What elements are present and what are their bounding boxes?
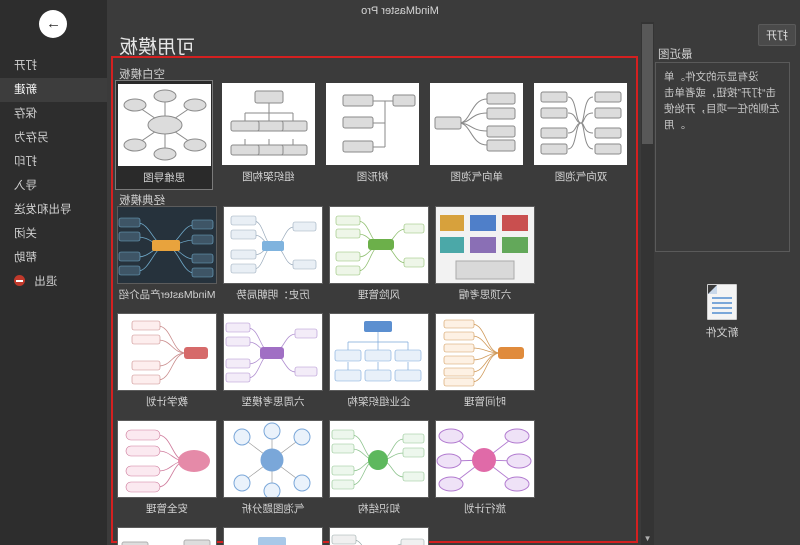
template-thumbnail — [329, 206, 429, 284]
template-card[interactable]: 企业组织架构 — [329, 313, 429, 414]
nav-item-save-as[interactable]: 另存为 — [0, 126, 107, 150]
nav-item-new[interactable]: 新建 — [0, 78, 107, 102]
blank-template-label: 双向气泡图 — [554, 171, 608, 183]
template-label: 安全管理 — [146, 503, 188, 515]
recent-empty-text: 没有显示的文件。单击“打开”按钮，或者单击左侧的任一项目，开始使用。 — [664, 71, 780, 131]
template-card[interactable]: 工作日计划 — [329, 527, 429, 545]
template-thumbnail — [117, 313, 217, 391]
app-window: MindMaster Pro ✕ □ – → 打开 新建 保存 另存为 打印 导… — [0, 0, 800, 545]
template-card[interactable]: 销售计划会 — [223, 527, 323, 545]
template-thumbnail — [329, 527, 429, 545]
template-thumbnail — [435, 420, 535, 498]
exit-icon — [14, 275, 25, 286]
template-card[interactable]: 安全管理 — [117, 420, 217, 521]
open-button[interactable]: 打开 — [758, 24, 796, 46]
template-thumbnail — [117, 420, 217, 498]
arrow-right-icon: → — [46, 15, 61, 32]
template-label: 六周思考模型 — [241, 396, 305, 408]
template-thumbnail — [223, 527, 323, 545]
template-label: 历史：明朝局势 — [236, 289, 310, 301]
template-card[interactable]: 教学计划 — [117, 313, 217, 414]
template-thumbnail — [223, 420, 323, 498]
nav-item-import[interactable]: 导入 — [0, 174, 107, 198]
blank-template-label: 单向气泡图 — [450, 171, 503, 183]
blank-thumb-tree — [326, 83, 420, 165]
template-thumbnail — [117, 206, 217, 284]
backstage-nav: → 打开 新建 保存 另存为 打印 导入 导出和发送 关闭 帮助 退出 — [0, 0, 107, 545]
blank-template-strip: 思维导图 组织架构图 树形图 单向气泡图 双向气泡图 — [115, 80, 634, 190]
new-file-item[interactable]: 新文件 — [699, 284, 745, 339]
template-card[interactable]: 目标管理 — [117, 527, 217, 545]
nav-item-exit-label: 退出 — [34, 276, 58, 288]
template-label: 气泡图题分析 — [241, 503, 305, 515]
gallery-heading: 可用模板 — [119, 37, 196, 58]
left-scrollbar[interactable]: ▲ ▼ — [641, 22, 654, 545]
template-card[interactable]: 六周思考模型 — [223, 313, 323, 414]
template-thumbnail — [223, 313, 323, 391]
document-icon — [707, 284, 737, 320]
blank-template-bubble-single[interactable]: 单向气泡图 — [427, 80, 526, 190]
recent-files-box: 没有显示的文件。单击“打开”按钮，或者单击左侧的任一项目，开始使用。 — [655, 62, 790, 252]
template-thumbnail — [435, 313, 535, 391]
blank-template-mindmap[interactable]: 思维导图 — [115, 80, 214, 190]
template-label: 企业组织架构 — [347, 396, 411, 408]
classic-template-grid: MindMaster产品介绍 历史：明朝局势 风险管理 六顶思考帽 教学计划 六… — [115, 206, 634, 545]
blank-template-label: 思维导图 — [143, 172, 186, 184]
new-file-label: 新文件 — [705, 327, 739, 339]
scroll-down-icon[interactable]: ▼ — [641, 532, 654, 545]
template-gallery: 可用模板 空白模板 经典模板 思维导图 组织架构图 树形图 单向气泡图 双向气泡… — [107, 22, 640, 545]
template-thumbnail — [435, 206, 535, 284]
blank-template-tree[interactable]: 树形图 — [323, 80, 422, 190]
nav-item-export-send[interactable]: 导出和发送 — [0, 198, 107, 222]
template-card[interactable]: 历史：明朝局势 — [223, 206, 323, 307]
window-title: MindMaster Pro — [361, 5, 439, 17]
document-lines-icon — [712, 297, 732, 317]
template-card[interactable]: 风险管理 — [329, 206, 429, 307]
template-label: 教学计划 — [146, 396, 188, 408]
template-thumbnail — [223, 206, 323, 284]
template-thumbnail — [117, 527, 217, 545]
nav-item-close[interactable]: 关闭 — [0, 222, 107, 246]
blank-thumb-bubble-single — [430, 83, 524, 165]
title-bar: MindMaster Pro ✕ □ – — [0, 0, 800, 22]
blank-template-org[interactable]: 组织架构图 — [219, 80, 318, 190]
template-thumbnail — [329, 313, 429, 391]
nav-item-open[interactable]: 打开 — [0, 54, 107, 78]
blank-thumb-org — [221, 83, 315, 165]
blank-template-label: 树形图 — [356, 171, 389, 183]
back-button[interactable]: → — [39, 10, 68, 38]
left-panel: 打开 最近图 没有显示的文件。单击“打开”按钮，或者单击左侧的任一项目，开始使用… — [640, 22, 800, 545]
template-card[interactable]: 知识结构 — [329, 420, 429, 521]
template-label: 知识结构 — [358, 503, 400, 515]
scrollbar-thumb[interactable] — [642, 24, 653, 144]
nav-item-print[interactable]: 打印 — [0, 150, 107, 174]
template-label: 六顶思考帽 — [458, 289, 512, 301]
template-card[interactable]: 时间管理 — [435, 313, 535, 414]
nav-item-save[interactable]: 保存 — [0, 102, 107, 126]
template-label: MindMaster产品介绍 — [118, 289, 216, 301]
template-thumbnail — [329, 420, 429, 498]
template-label: 风险管理 — [358, 289, 400, 301]
template-card[interactable]: 气泡图题分析 — [223, 420, 323, 521]
blank-thumb-radial — [117, 84, 211, 166]
template-card[interactable]: MindMaster产品介绍 — [117, 206, 217, 307]
template-label: 时间管理 — [464, 396, 506, 408]
recent-title: 最近图 — [658, 49, 693, 61]
nav-item-exit[interactable]: 退出 — [0, 270, 107, 294]
nav-item-help[interactable]: 帮助 — [0, 246, 107, 270]
blank-template-label: 组织架构图 — [242, 171, 295, 183]
template-label: 旅行计划 — [464, 503, 506, 515]
blank-thumb-bubble-double — [534, 83, 628, 165]
template-card[interactable]: 旅行计划 — [435, 420, 535, 521]
blank-template-bubble-double[interactable]: 双向气泡图 — [531, 80, 631, 190]
template-card[interactable]: 六顶思考帽 — [435, 206, 535, 307]
